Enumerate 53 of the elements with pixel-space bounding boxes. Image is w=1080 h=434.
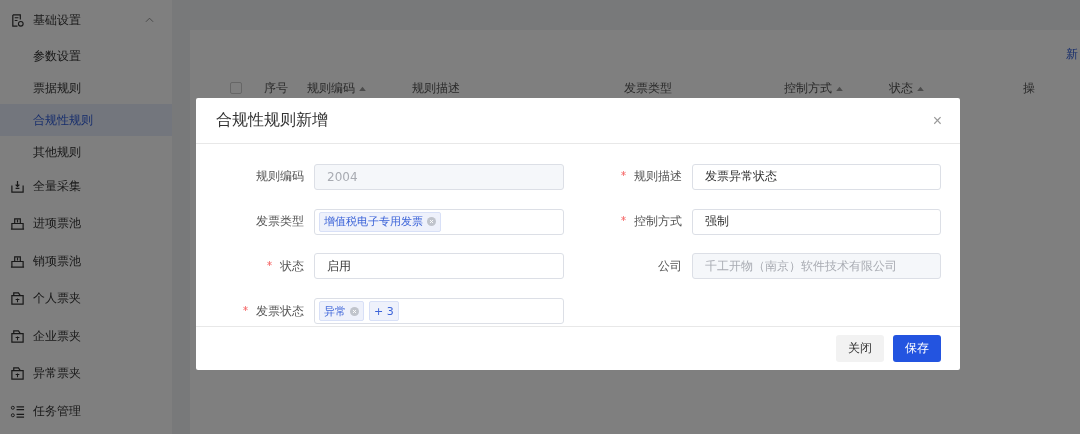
folder-icon — [10, 366, 25, 382]
submenu-item[interactable]: 合规性规则 — [0, 103, 172, 136]
menu-item[interactable]: 任务管理 — [0, 392, 172, 430]
menu-item[interactable]: 企业票夹 — [0, 317, 172, 355]
tray-download-icon — [10, 178, 25, 194]
input-field[interactable]: 发票异常状态 — [691, 163, 941, 190]
cancel-button[interactable]: 关闭 — [836, 335, 884, 362]
field-label: 规则编码 — [256, 169, 304, 184]
sort-icon[interactable] — [836, 85, 844, 91]
menu-item[interactable]: 销项票池 — [0, 242, 172, 280]
menu-item[interactable]: 个人票夹 — [0, 280, 172, 318]
select-field[interactable]: 增值税电子专用发票 — [314, 208, 564, 235]
field-label: 控制方式 — [633, 214, 682, 229]
document-settings-icon — [10, 13, 25, 29]
column-header: 发票类型 — [624, 79, 673, 97]
close-icon[interactable] — [350, 306, 359, 316]
field-label: 公司 — [657, 258, 682, 273]
checkbox[interactable] — [230, 82, 242, 94]
column-header: 序号 — [263, 79, 288, 97]
folder-icon — [10, 291, 25, 307]
field-label: 发票类型 — [256, 214, 304, 229]
new-link[interactable]: 新 — [1066, 45, 1078, 63]
submenu-item[interactable]: 其他规则 — [0, 135, 172, 168]
column-header: 规则编码 — [307, 79, 356, 97]
close-button[interactable]: × — [932, 111, 942, 130]
input-field[interactable]: 强制 — [691, 208, 941, 235]
close-icon[interactable] — [427, 217, 436, 227]
column-header: 规则描述 — [412, 79, 461, 97]
field-label: 发票状态 — [256, 303, 304, 318]
field-label: 规则描述 — [633, 169, 682, 184]
menu-item[interactable]: 全量采集 — [0, 167, 172, 205]
sort-icon[interactable] — [917, 85, 925, 91]
save-button[interactable]: 保存 — [893, 335, 941, 362]
column-header: 状态 — [889, 79, 914, 97]
column-header: 操 — [1022, 79, 1035, 97]
folder-icon — [10, 328, 25, 344]
submenu-item[interactable]: 票据规则 — [0, 71, 172, 104]
list-icon — [10, 403, 25, 419]
inbox-icon — [10, 253, 25, 269]
submenu-item[interactable]: 参数设置 — [0, 39, 172, 72]
input-field[interactable]: 启用 — [314, 253, 564, 280]
select-field[interactable]: 异常 + 3 — [314, 298, 564, 325]
menu-item[interactable]: 进项票池 — [0, 205, 172, 243]
dialog-title: 合规性规则新增 — [216, 110, 328, 131]
menu-item[interactable]: 异常票夹 — [0, 355, 172, 393]
tag: 增值税电子专用发票 — [319, 211, 441, 232]
menu-item[interactable]: 基础设置 — [0, 2, 172, 40]
inbox-icon — [10, 216, 25, 232]
field-label: 状态 — [280, 258, 304, 273]
tag: + 3 — [369, 301, 399, 322]
column-header: 控制方式 — [784, 79, 833, 97]
sort-icon[interactable] — [359, 85, 367, 91]
tag: 异常 — [319, 301, 364, 322]
